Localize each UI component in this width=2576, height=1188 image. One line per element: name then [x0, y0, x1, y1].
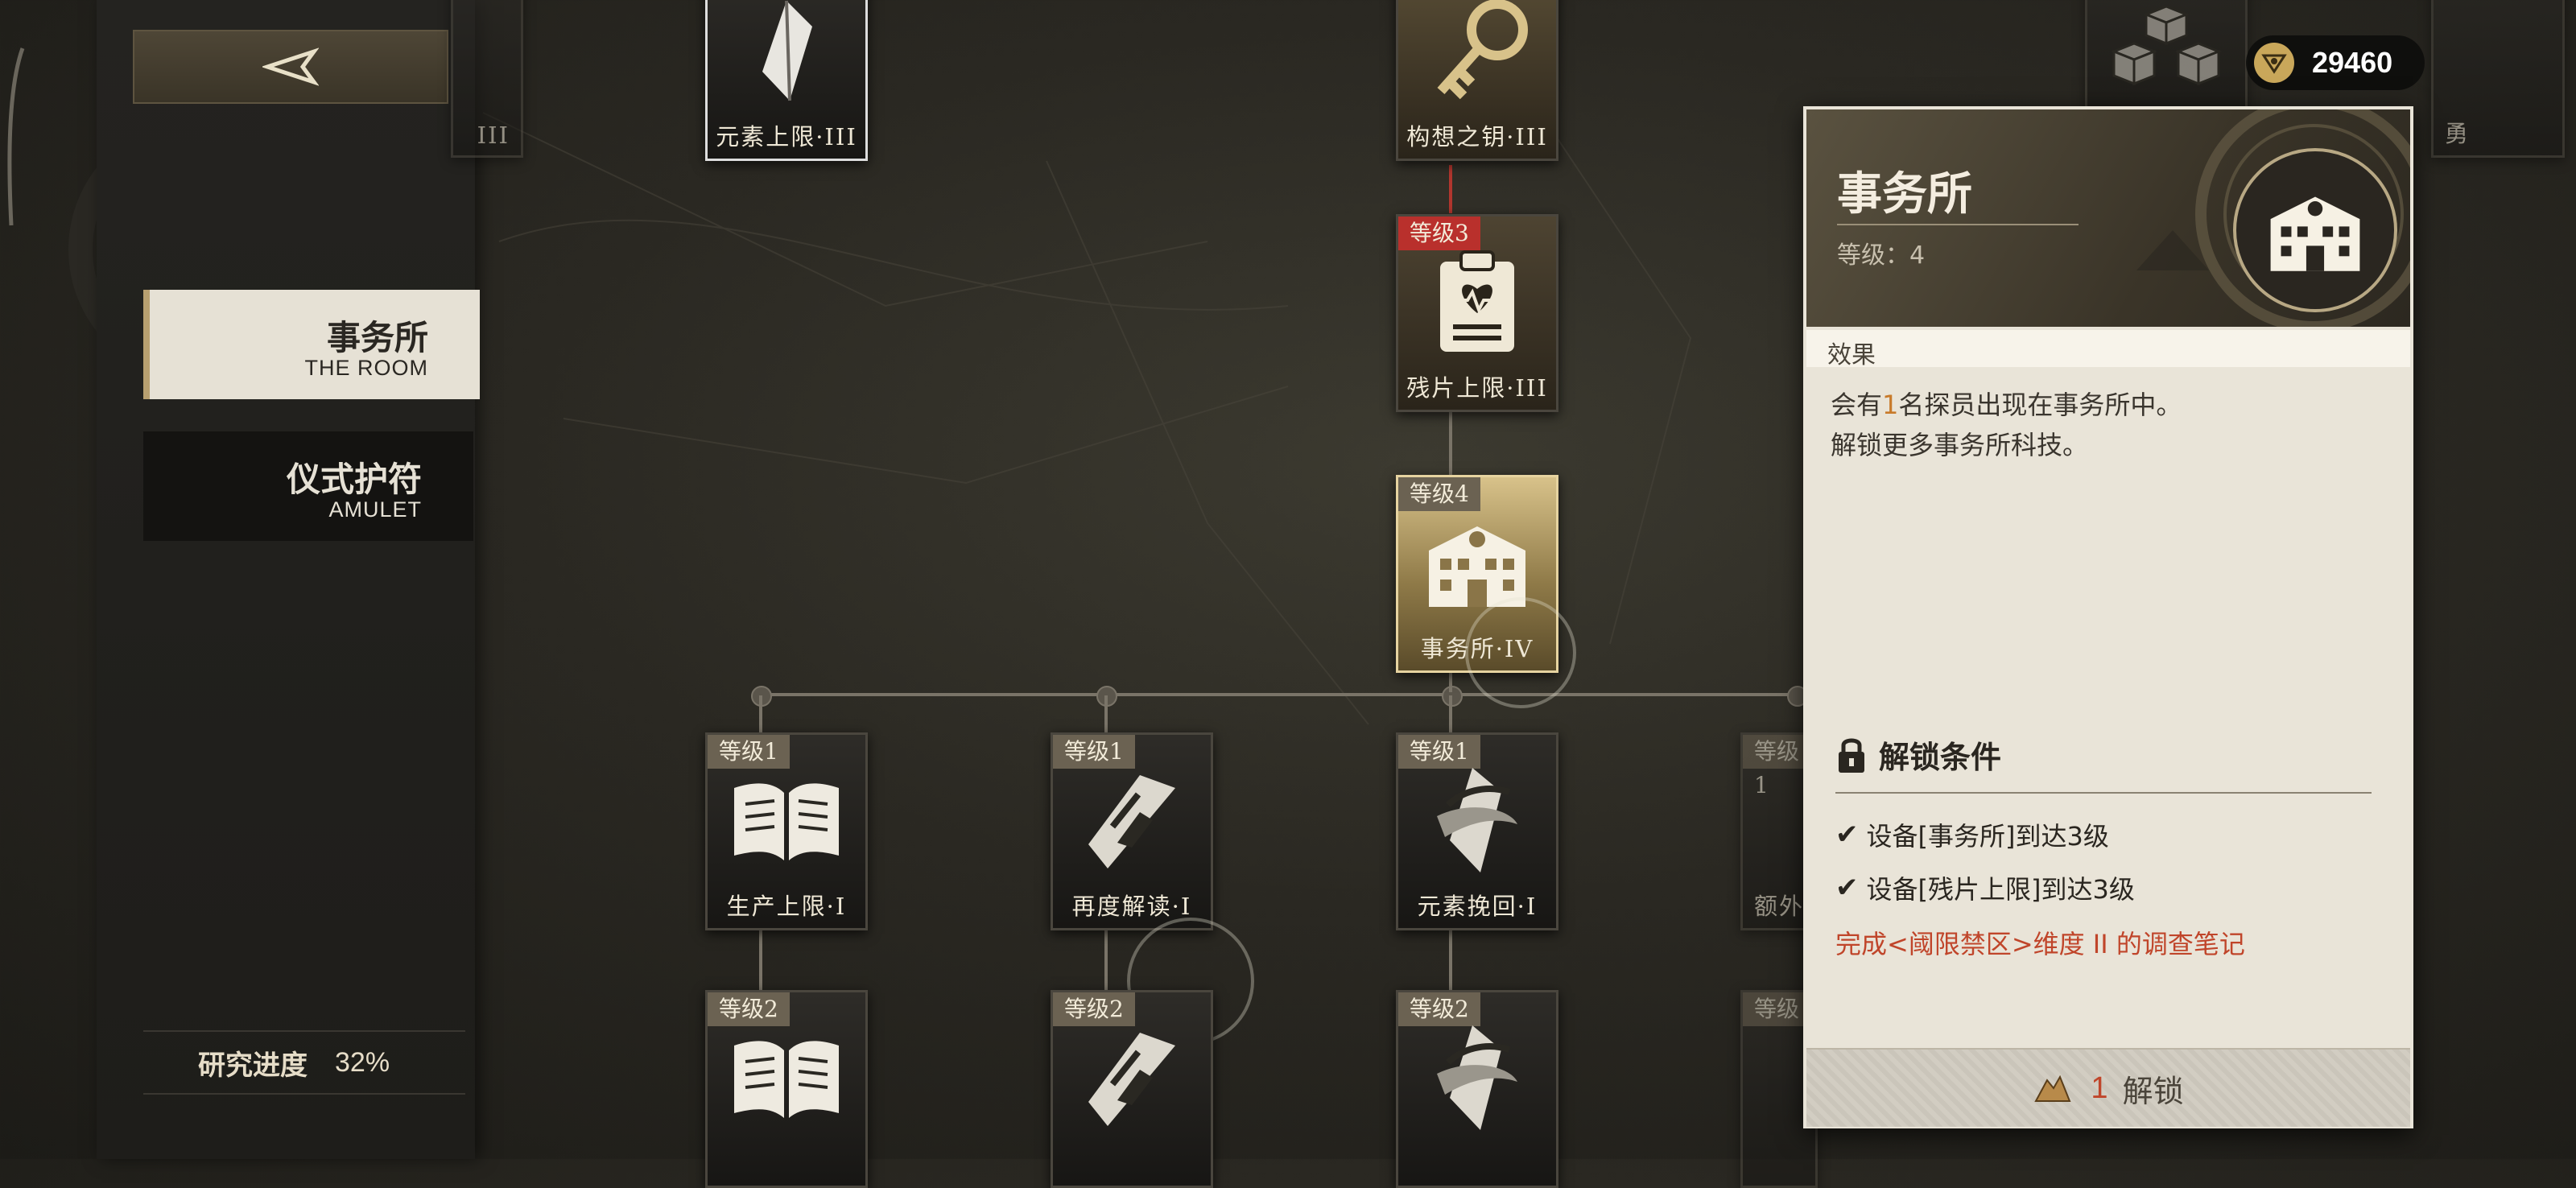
unlock-cost: 1 [2091, 1070, 2108, 1105]
unlock-button[interactable]: 1 解锁 [1806, 1048, 2410, 1127]
connector-line [1449, 410, 1452, 475]
condition-item: ✔ 设备[残片上限]到达3级 [1835, 869, 2135, 906]
book-icon [708, 754, 865, 886]
unlock-conditions-header: 解锁条件 [1835, 732, 2001, 777]
connector-line [1449, 695, 1452, 736]
crystal-icon [708, 0, 865, 117]
detail-title-rule [1837, 224, 2079, 225]
clipboard-heart-icon [1398, 236, 1556, 368]
condition-item: ✔ 设备[事务所]到达3级 [1835, 816, 2109, 853]
research-progress-label: 研究进度 [198, 1049, 308, 1082]
connector-line [1104, 695, 1108, 736]
research-progress: 研究进度 32% [143, 1030, 465, 1095]
tab-the-room-sublabel: THE ROOM [304, 356, 428, 380]
effect-label: 效果 [1827, 341, 1876, 369]
checkmark-icon: ✔ [1835, 819, 1859, 851]
connector-line [759, 695, 762, 736]
effect-line1-b: 名探员出现在事务所中。 [1898, 390, 2182, 420]
cubes-icon [2087, 2, 2245, 99]
effect-header: 效果 [1806, 330, 2410, 369]
currency-display: 29460 [2246, 35, 2425, 90]
connector-line [1449, 165, 1452, 213]
unlock-label: 解锁 [2122, 1073, 2184, 1109]
research-progress-value: 32% [335, 1046, 390, 1078]
effect-line2: 解锁更多事务所科技。 [1831, 430, 2089, 460]
tree-node-element-recover-2[interactable]: 等级2 [1396, 990, 1558, 1188]
detail-panel-header: 事务所 等级：4 [1806, 109, 2410, 327]
connector-line [1449, 926, 1452, 990]
chain-link-icon [1053, 1012, 1211, 1144]
condition-text: 完成<阈限禁区>维度 II 的调查笔记 [1835, 929, 2245, 959]
condition-item-unmet: 完成<阈限禁区>维度 II 的调查笔记 [1835, 924, 2245, 961]
currency-coin-icon [2254, 43, 2294, 83]
connector-line [759, 926, 762, 990]
tab-the-room-label: 事务所 [326, 318, 428, 357]
tab-amulet[interactable]: 仪式护符 AMULET [143, 431, 473, 541]
connector-dot [1442, 686, 1463, 707]
key-icon [1398, 0, 1556, 117]
tree-node-fragment-cap-3[interactable]: 等级3 残片上限·III [1396, 214, 1558, 412]
back-button[interactable] [133, 30, 448, 104]
tree-node-top-right[interactable] [2085, 0, 2248, 109]
tree-node-left-partial-name: III [477, 122, 510, 149]
lock-icon [1839, 738, 1864, 773]
material-pile-icon [2034, 1075, 2071, 1102]
detail-level: 等级：4 [1837, 241, 1926, 270]
tree-node-production-cap-2[interactable]: 等级2 [705, 990, 868, 1188]
tab-amulet-sublabel: AMULET [328, 497, 422, 522]
tree-node-right-partial-name: 勇 [2445, 120, 2471, 147]
connector-horizontal [760, 693, 1806, 696]
tree-node-name: 生产上限·I [726, 893, 847, 920]
effect-line1-num: 1 [1882, 390, 1899, 420]
sidebar [97, 0, 475, 1159]
tree-node-element-cap-3[interactable]: 元素上限·III [705, 0, 868, 161]
effect-description: 会有1名探员出现在事务所中。 解锁更多事务所科技。 [1831, 385, 2182, 465]
book-icon [708, 1012, 865, 1144]
tab-the-room[interactable]: 事务所 THE ROOM [143, 290, 480, 399]
tree-node-badge: 等级 [1743, 992, 1811, 1026]
unlock-rule [1835, 792, 2372, 794]
tab-amulet-label: 仪式护符 [286, 460, 422, 499]
tree-node-element-cap-3-name: 元素上限·III [716, 123, 857, 151]
condition-text: 设备[事务所]到达3级 [1866, 821, 2109, 852]
back-arrow-icon [262, 47, 319, 86]
detail-title: 事务所 [1837, 168, 1972, 221]
chain-link-icon [1053, 754, 1211, 886]
effect-line1-a: 会有 [1831, 390, 1883, 420]
selection-ring [1465, 597, 1576, 708]
tree-node-fragment-cap-3-name: 残片上限·III [1406, 374, 1548, 402]
tree-node-reinterpret-1[interactable]: 等级1 再度解读·I [1051, 732, 1213, 930]
tree-node-left-partial[interactable]: III [451, 0, 523, 158]
unlock-conditions-title: 解锁条件 [1879, 740, 2002, 775]
tree-node-right-partial[interactable]: 勇 [2431, 0, 2565, 158]
tree-node-element-recover-1[interactable]: 等级1 元素挽回·I [1396, 732, 1558, 930]
tree-node-concept-key-3[interactable]: 构想之钥·III [1396, 0, 1558, 161]
condition-text: 设备[残片上限]到达3级 [1866, 874, 2135, 905]
tree-node-production-cap-1[interactable]: 等级1 生产上限·I [705, 732, 868, 930]
detail-panel: 事务所 等级：4 效果 会有1名探员出现在事务所中。 解锁更多事务所科技。 解锁… [1803, 106, 2413, 1128]
wrapped-crystal-icon [1398, 1012, 1556, 1144]
tree-node-name: 再度解读·I [1071, 893, 1192, 920]
wrapped-crystal-icon [1398, 754, 1556, 886]
currency-amount: 29460 [2312, 46, 2393, 79]
checkmark-icon: ✔ [1835, 872, 1859, 904]
building-icon [2233, 148, 2397, 312]
tree-node-concept-key-3-name: 构想之钥·III [1406, 123, 1548, 151]
tree-node-reinterpret-2[interactable]: 等级2 [1051, 990, 1213, 1188]
connector-line [1104, 926, 1108, 990]
tree-node-name: 元素挽回·I [1417, 893, 1538, 920]
